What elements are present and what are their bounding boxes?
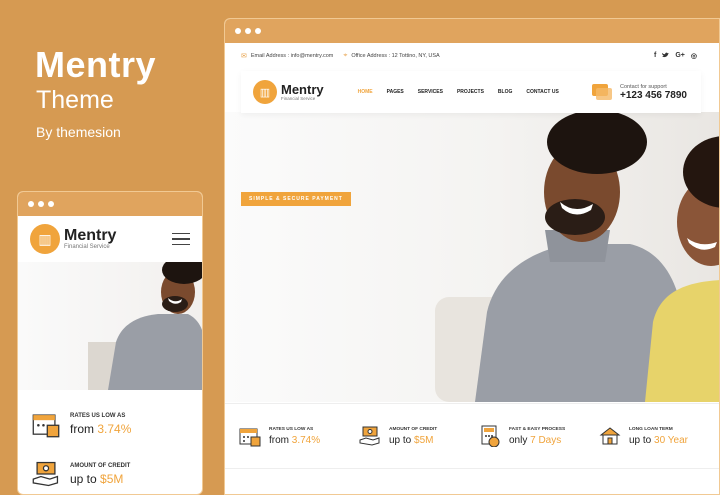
topbar-email-text: Email Address : info@mentry.com (250, 53, 334, 59)
mobile-features: RATES US LOW AS from 3.74% AMOUNT OF CRE… (18, 390, 202, 488)
feature-value: up to $5M (70, 471, 124, 486)
desktop-window: ✉ Email Address : info@mentry.com ⌖ Offi… (224, 18, 720, 495)
feature-item: FAST & EASY PROCESS only 7 Days (479, 425, 599, 448)
facebook-icon[interactable]: f (654, 52, 656, 60)
logo-name: Mentry (281, 82, 324, 97)
feature-item: RATES US LOW AS from 3.74% (239, 425, 359, 447)
google-plus-icon[interactable]: G+ (675, 52, 685, 60)
main-nav: HOME PAGES SERVICES PROJECTS BLOG CONTAC… (358, 89, 559, 95)
nav-pages[interactable]: PAGES (387, 89, 404, 95)
feature-label: FAST & EASY PROCESS (509, 426, 566, 432)
feature-item: LONG LOAN TERM up to 30 Year (599, 425, 719, 447)
mobile-window: ▥ Mentry Financial Service RATES US LOW … (17, 191, 203, 495)
feature-item: AMOUNT OF CREDIT up to $5M (359, 425, 479, 447)
support-phone[interactable]: +123 456 7890 (620, 90, 687, 101)
topbar-office-text: Office Address : 12 Tottino, NY, USA (351, 53, 440, 59)
logo-name: Mentry (64, 227, 117, 244)
promo-subtitle: Theme (36, 86, 114, 114)
feature-label: AMOUNT OF CREDIT (70, 462, 131, 469)
twitter-icon-svg (662, 52, 670, 58)
feature-value: from 3.74% (269, 434, 321, 446)
feature-label: LONG LOAN TERM (629, 426, 673, 432)
mail-icon: ✉ (241, 53, 247, 60)
feature-value: only 7 Days (509, 434, 562, 446)
twitter-icon[interactable] (662, 52, 670, 60)
house-icon (599, 425, 621, 447)
logo-building-icon: ▥ (30, 224, 60, 254)
nav-contact[interactable]: CONTACT US (526, 89, 558, 95)
window-dot (48, 201, 54, 207)
location-pin-icon: ⌖ (343, 52, 348, 59)
feature-value: up to 30 Year (629, 434, 688, 446)
window-dot (38, 201, 44, 207)
logo-tagline: Financial Service (64, 244, 110, 250)
feature-value: from 3.74% (70, 421, 132, 436)
chat-icon (591, 84, 612, 100)
hero-couple-image (435, 112, 719, 402)
topbar-email[interactable]: ✉ Email Address : info@mentry.com (241, 52, 333, 60)
money-hand-icon (359, 425, 381, 447)
nav-services[interactable]: SERVICES (418, 89, 443, 95)
calendar-icon (32, 410, 60, 438)
window-dot (245, 28, 251, 34)
calculator-icon (479, 425, 501, 448)
window-dot (28, 201, 34, 207)
mobile-hero (18, 262, 202, 390)
nav-projects[interactable]: PROJECTS (457, 89, 484, 95)
logo-building-icon: ▥ (253, 80, 277, 104)
feature-value: up to $5M (389, 434, 434, 446)
site-header: ▥ Mentry Financial Service HOME PAGES SE… (241, 71, 701, 113)
feature-label: RATES US LOW AS (70, 412, 126, 419)
social-links: f G+ ◎ (654, 52, 719, 60)
site-logo[interactable]: ▥ Mentry Financial Service (253, 80, 324, 104)
feature-label: AMOUNT OF CREDIT (389, 426, 438, 432)
features-strip: RATES US LOW AS from 3.74% AMOUNT OF CRE… (225, 403, 719, 469)
promo-title: Mentry (35, 44, 157, 85)
feature-label: RATES US LOW AS (269, 426, 314, 432)
hamburger-menu-icon[interactable] (172, 232, 190, 246)
topbar-office: ⌖ Office Address : 12 Tottino, NY, USA (343, 52, 439, 60)
support-block: Contact for support +123 456 7890 (591, 84, 687, 101)
window-dot (255, 28, 261, 34)
desktop-window-bar (225, 19, 719, 43)
nav-home[interactable]: HOME (358, 89, 373, 95)
window-dot (235, 28, 241, 34)
topbar: ✉ Email Address : info@mentry.com ⌖ Offi… (225, 43, 719, 69)
calendar-icon (239, 425, 261, 447)
hero-badge: SIMPLE & SECURE PAYMENT (241, 192, 351, 206)
instagram-icon[interactable]: ◎ (691, 52, 697, 60)
nav-blog[interactable]: BLOG (498, 89, 512, 95)
promo-byline: By themesion (36, 124, 121, 140)
mobile-logo[interactable]: ▥ Mentry Financial Service (30, 224, 116, 254)
money-hand-icon (32, 460, 60, 488)
mobile-window-bar (18, 192, 202, 216)
feature-item: RATES US LOW AS from 3.74% (32, 410, 202, 438)
feature-item: AMOUNT OF CREDIT up to $5M (32, 460, 202, 488)
mobile-hero-image (88, 262, 202, 390)
hero-banner: SIMPLE & SECURE PAYMENT (225, 112, 719, 402)
mobile-header: ▥ Mentry Financial Service (18, 216, 202, 262)
